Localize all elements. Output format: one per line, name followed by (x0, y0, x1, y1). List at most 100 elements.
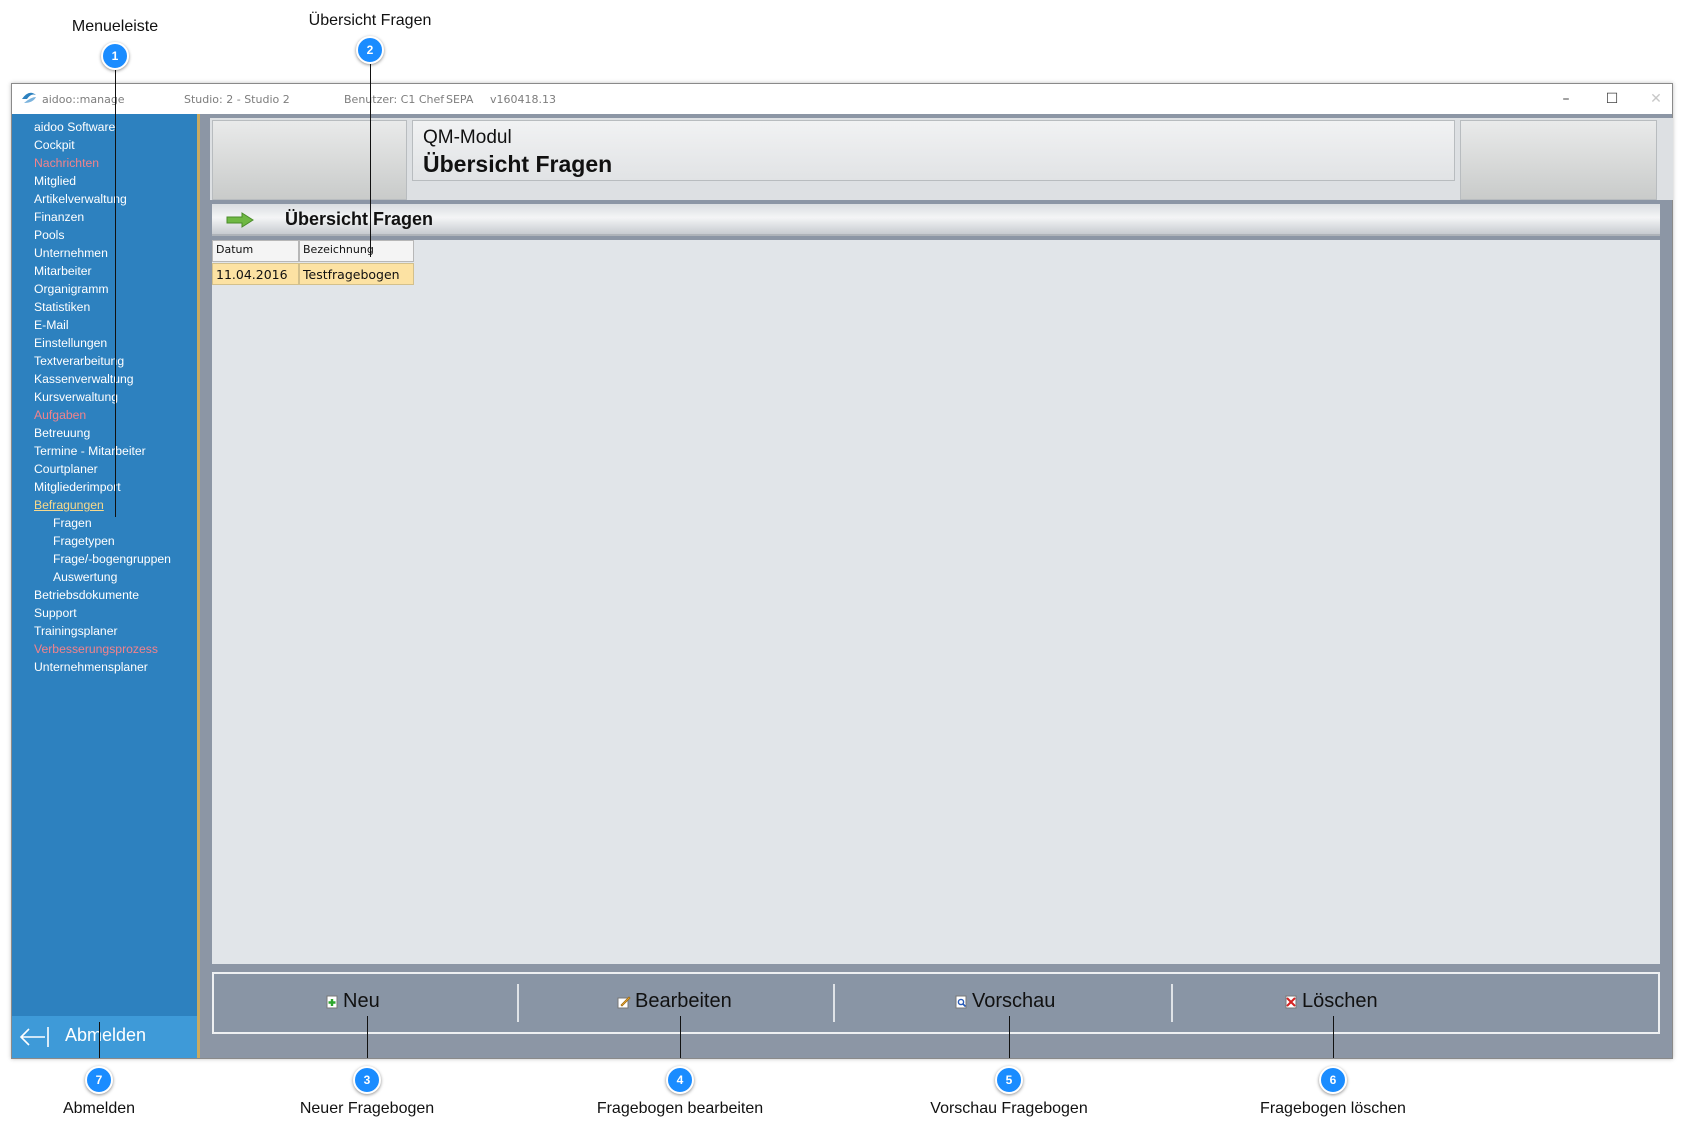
delete-x-icon (1285, 995, 1297, 1008)
sidebar-item-e-mail[interactable]: E-Mail (34, 316, 171, 334)
sidebar-item-mitglied[interactable]: Mitglied (34, 172, 171, 190)
cell-bezeichnung[interactable]: Testfragebogen (299, 263, 414, 285)
main-content: QM-Modul Übersicht Fragen Übersicht Frag… (197, 114, 1673, 1058)
logout-button[interactable]: Abmelden (12, 1016, 197, 1058)
callout-leader-5 (1009, 1016, 1010, 1058)
preview-button[interactable]: Vorschau (954, 990, 1055, 1013)
title-bar: aidoo::manage Studio: 2 - Studio 2 Benut… (12, 84, 1672, 114)
sidebar-item-kassenverwaltung[interactable]: Kassenverwaltung (34, 370, 171, 388)
sidebar-item-textverarbeitung[interactable]: Textverarbeitung (34, 352, 171, 370)
cell-datum[interactable]: 11.04.2016 (212, 263, 299, 285)
callout-label-bearbeiten: Fragebogen bearbeiten (596, 1100, 764, 1117)
callout-leader-2 (370, 64, 371, 257)
sidebar-item-verbesserungsprozess[interactable]: Verbesserungsprozess (34, 640, 171, 658)
questionnaire-table: Datum Bezeichnung 11.04.2016 Testfragebo… (212, 240, 1660, 964)
callout-label-vorschau: Vorschau Fragebogen (930, 1100, 1088, 1117)
app-name: aidoo::manage (42, 93, 125, 106)
sidebar-item-betreuung[interactable]: Betreuung (34, 424, 171, 442)
column-header-bezeichnung[interactable]: Bezeichnung (299, 240, 414, 262)
logout-arrow-icon (19, 1027, 49, 1047)
sidebar-item-courtplaner[interactable]: Courtplaner (34, 460, 171, 478)
close-button[interactable]: ✕ (1636, 88, 1676, 110)
minimize-button[interactable]: – (1546, 88, 1586, 110)
callout-leader-1 (115, 70, 116, 517)
sidebar-item-kursverwaltung[interactable]: Kursverwaltung (34, 388, 171, 406)
section-header: Übersicht Fragen (212, 204, 1660, 236)
sidebar-menu: aidoo Software Cockpit Nachrichten Mitglied… (12, 114, 197, 1058)
sidebar-item-artikelverwaltung[interactable]: Artikelverwaltung (34, 190, 171, 208)
callout-leader-6 (1333, 1016, 1334, 1058)
studio-info: Studio: 2 - Studio 2 (184, 93, 290, 106)
table-row[interactable]: 11.04.2016 Testfragebogen (212, 263, 414, 285)
delete-button-label: Löschen (1302, 990, 1378, 1012)
sidebar-item-statistiken[interactable]: Statistiken (34, 298, 171, 316)
callout-leader-7 (99, 1022, 100, 1058)
new-button[interactable]: Neu (325, 990, 380, 1013)
maximize-button[interactable]: ☐ (1592, 88, 1632, 110)
app-window: aidoo::manage Studio: 2 - Studio 2 Benut… (11, 83, 1673, 1059)
edit-button-label: Bearbeiten (635, 990, 732, 1012)
toolbar-separator (517, 984, 519, 1022)
table-header: Datum Bezeichnung (212, 240, 414, 262)
app-logo-icon (22, 92, 36, 103)
callout-badge-5: 5 (995, 1066, 1023, 1094)
header-left-panel (212, 120, 407, 200)
sidebar-item-unternehmensplaner[interactable]: Unternehmensplaner (34, 658, 171, 676)
callout-badge-2: 2 (356, 36, 384, 64)
sidebar-item-aidoo-software[interactable]: aidoo Software (34, 118, 171, 136)
callout-badge-3: 3 (353, 1066, 381, 1094)
green-arrow-icon (226, 212, 254, 228)
callout-badge-1: 1 (101, 42, 129, 70)
callout-leader-3 (367, 1016, 368, 1058)
callout-leader-4 (680, 1016, 681, 1058)
action-toolbar: Neu Bearbeiten Vorschau Löschen (212, 972, 1660, 1034)
sidebar-item-support[interactable]: Support (34, 604, 171, 622)
sidebar-item-fragen[interactable]: Fragen (34, 514, 171, 532)
sidebar-item-cockpit[interactable]: Cockpit (34, 136, 171, 154)
sidebar-item-betriebsdokumente[interactable]: Betriebsdokumente (34, 586, 171, 604)
sidebar-item-nachrichten[interactable]: Nachrichten (34, 154, 171, 172)
user-info: Benutzer: C1 Chef (344, 93, 445, 106)
sidebar-item-pools[interactable]: Pools (34, 226, 171, 244)
callout-label-loeschen: Fragebogen löschen (1260, 1100, 1406, 1117)
preview-magnifier-icon (955, 995, 967, 1008)
sidebar-item-termine-mitarbeiter[interactable]: Termine - Mitarbeiter (34, 442, 171, 460)
toolbar-separator (833, 984, 835, 1022)
callout-badge-6: 6 (1319, 1066, 1347, 1094)
callout-label-menueleiste: Menueleiste (71, 18, 159, 35)
payment-info: SEPA (446, 93, 474, 106)
toolbar-separator (1171, 984, 1173, 1022)
sidebar-item-frage-bogengruppen[interactable]: Frage/-bogengruppen (34, 550, 171, 568)
header-right-panel (1460, 120, 1657, 200)
menu-list: aidoo Software Cockpit Nachrichten Mitglied… (34, 118, 171, 676)
sidebar-item-finanzen[interactable]: Finanzen (34, 208, 171, 226)
header-title-panel: QM-Modul Übersicht Fragen (412, 120, 1455, 181)
sidebar-item-mitarbeiter[interactable]: Mitarbeiter (34, 262, 171, 280)
section-title: Übersicht Fragen (285, 209, 434, 229)
logout-label: Abmelden (65, 1025, 147, 1045)
sidebar-item-organigramm[interactable]: Organigramm (34, 280, 171, 298)
page-title: Übersicht Fragen (423, 151, 613, 177)
column-header-datum[interactable]: Datum (212, 240, 299, 262)
new-doc-icon (326, 995, 338, 1008)
callout-label-uebersicht: Übersicht Fragen (308, 12, 432, 29)
sidebar-item-fragetypen[interactable]: Fragetypen (34, 532, 171, 550)
version-info: v160418.13 (490, 93, 556, 106)
header-band: QM-Modul Übersicht Fragen (210, 118, 1673, 200)
delete-button[interactable]: Löschen (1284, 990, 1378, 1013)
preview-button-label: Vorschau (972, 990, 1056, 1012)
sidebar-item-aufgaben[interactable]: Aufgaben (34, 406, 171, 424)
callout-label-neu: Neuer Fragebogen (299, 1100, 435, 1117)
edit-pencil-icon (617, 995, 631, 1008)
callout-badge-4: 4 (666, 1066, 694, 1094)
sidebar-item-einstellungen[interactable]: Einstellungen (34, 334, 171, 352)
sidebar-item-auswertung[interactable]: Auswertung (34, 568, 171, 586)
edit-button[interactable]: Bearbeiten (617, 990, 732, 1013)
sidebar-item-mitgliederimport[interactable]: Mitgliederimport (34, 478, 171, 496)
new-button-label: Neu (343, 990, 380, 1012)
module-title: QM-Modul (423, 127, 512, 148)
sidebar-item-befragungen[interactable]: Befragungen (34, 496, 171, 514)
sidebar-item-trainingsplaner[interactable]: Trainingsplaner (34, 622, 171, 640)
callout-label-abmelden: Abmelden (62, 1100, 136, 1117)
sidebar-item-unternehmen[interactable]: Unternehmen (34, 244, 171, 262)
